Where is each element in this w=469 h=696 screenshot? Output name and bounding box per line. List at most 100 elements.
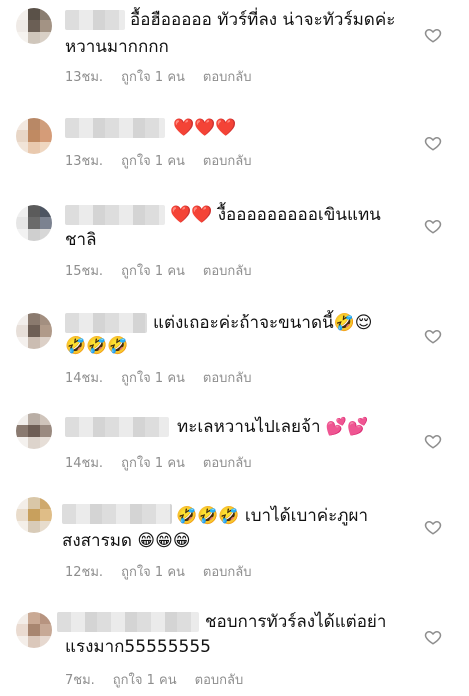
avatar-pixel [28, 118, 40, 130]
avatar[interactable] [16, 205, 52, 241]
username-blurred[interactable] [57, 612, 199, 632]
comment-time: 13ชม. [65, 70, 104, 85]
avatar-pixel [16, 20, 28, 32]
comment-text-line1: ชอบการทัวร์ลงได้แต่อย่า [205, 612, 387, 632]
avatar-pixel [28, 337, 40, 349]
username-blurred[interactable] [65, 417, 169, 437]
avatar-pixel [16, 142, 28, 154]
reply-button[interactable]: ตอบกลับ [203, 565, 252, 580]
comment-text-line1: ❤️❤️ งื้อออออออออเขินแทน [170, 205, 381, 225]
likes-count[interactable]: ถูกใจ 1 คน [121, 70, 185, 85]
avatar[interactable] [16, 118, 52, 154]
avatar[interactable] [16, 612, 52, 648]
comment-text-line1: 🤣🤣🤣 เบาได้เบาค่ะภูผา [176, 506, 369, 526]
heart-icon[interactable] [424, 217, 442, 235]
avatar-pixel [16, 313, 28, 325]
avatar-pixel [16, 325, 28, 337]
avatar[interactable] [16, 8, 52, 44]
comment-time: 15ชม. [65, 264, 104, 279]
avatar-pixel [16, 205, 28, 217]
avatar[interactable] [16, 497, 52, 533]
avatar-pixel [28, 205, 40, 217]
username-blurred[interactable] [65, 10, 125, 30]
likes-count[interactable]: ถูกใจ 1 คน [121, 264, 185, 279]
username-blurred[interactable] [62, 504, 172, 524]
likes-count[interactable]: ถูกใจ 1 คน [121, 456, 185, 471]
comment-text-line2: ชาลิ [65, 230, 97, 250]
avatar[interactable] [16, 313, 52, 349]
reply-button[interactable]: ตอบกลับ [203, 264, 252, 279]
username-blurred[interactable] [65, 118, 165, 138]
heart-icon[interactable] [424, 628, 442, 646]
avatar-pixel [40, 313, 52, 325]
avatar-pixel [40, 636, 52, 648]
avatar-pixel [28, 325, 40, 337]
avatar[interactable] [16, 413, 52, 449]
username-blurred[interactable] [65, 205, 165, 225]
avatar-pixel [16, 521, 28, 533]
comment-meta: 14ชม. ถูกใจ 1 คน ตอบกลับ [65, 452, 270, 473]
likes-count[interactable]: ถูกใจ 1 คน [121, 565, 185, 580]
avatar-pixel [28, 497, 40, 509]
avatar-pixel [16, 497, 28, 509]
heart-icon[interactable] [424, 327, 442, 345]
reply-button[interactable]: ตอบกลับ [203, 154, 252, 169]
avatar-pixel [28, 509, 40, 521]
avatar-pixel [16, 118, 28, 130]
avatar-pixel [40, 205, 52, 217]
avatar-pixel [40, 624, 52, 636]
avatar-pixel [28, 425, 40, 437]
avatar-pixel [40, 337, 52, 349]
avatar-pixel [40, 20, 52, 32]
avatar-pixel [40, 521, 52, 533]
avatar-pixel [16, 413, 28, 425]
comment-meta: 12ชม. ถูกใจ 1 คน ตอบกลับ [65, 561, 270, 582]
comment-time: 12ชม. [65, 565, 104, 580]
avatar-pixel [28, 217, 40, 229]
comment-text-line1: แต่งเถอะค่ะถ้าจะขนาดนี้🤣😌 [153, 313, 373, 333]
comment-text-line2: สงสารมด 😁😁😁 [62, 531, 191, 551]
avatar-pixel [16, 636, 28, 648]
avatar-pixel [28, 437, 40, 449]
avatar-pixel [16, 217, 28, 229]
comment-meta: 14ชม. ถูกใจ 1 คน ตอบกลับ [65, 367, 270, 388]
heart-icon[interactable] [424, 134, 442, 152]
avatar-pixel [40, 497, 52, 509]
avatar-pixel [16, 229, 28, 241]
reply-button[interactable]: ตอบกลับ [203, 70, 252, 85]
comment-text-line2: หวานมากกกก [65, 37, 169, 57]
heart-icon[interactable] [424, 26, 442, 44]
avatar-pixel [28, 413, 40, 425]
avatar-pixel [16, 624, 28, 636]
reply-button[interactable]: ตอบกลับ [203, 456, 252, 471]
comment-time: 14ชม. [65, 456, 104, 471]
avatar-pixel [16, 612, 28, 624]
avatar-pixel [40, 325, 52, 337]
comment-text-line2: 🤣🤣🤣 [65, 336, 129, 356]
comment-text-line2: แรงมาก55555555 [65, 637, 211, 657]
reply-button[interactable]: ตอบกลับ [195, 673, 244, 688]
comment-meta: 13ชม. ถูกใจ 1 คน ตอบกลับ [65, 150, 270, 171]
avatar-pixel [16, 8, 28, 20]
avatar-pixel [28, 8, 40, 20]
avatar-pixel [40, 509, 52, 521]
comment-meta: 13ชม. ถูกใจ 1 คน ตอบกลับ [65, 66, 270, 87]
likes-count[interactable]: ถูกใจ 1 คน [113, 673, 177, 688]
heart-icon[interactable] [424, 518, 442, 536]
likes-count[interactable]: ถูกใจ 1 คน [121, 154, 185, 169]
avatar-pixel [40, 217, 52, 229]
comment-text-line1: ทะเลหวานไปเลยจ้า 💕💕 [177, 417, 369, 437]
comment-text-line1: อื้อฮือออออ ทัวร์ที่ลง น่าจะทัวร์มดค่ะ [130, 10, 396, 30]
avatar-pixel [16, 425, 28, 437]
avatar-pixel [16, 32, 28, 44]
username-blurred[interactable] [65, 313, 147, 333]
avatar-pixel [16, 437, 28, 449]
likes-count[interactable]: ถูกใจ 1 คน [121, 371, 185, 386]
avatar-pixel [16, 130, 28, 142]
heart-icon[interactable] [424, 432, 442, 450]
avatar-pixel [28, 32, 40, 44]
avatar-pixel [28, 636, 40, 648]
avatar-pixel [28, 313, 40, 325]
avatar-pixel [40, 118, 52, 130]
reply-button[interactable]: ตอบกลับ [203, 371, 252, 386]
